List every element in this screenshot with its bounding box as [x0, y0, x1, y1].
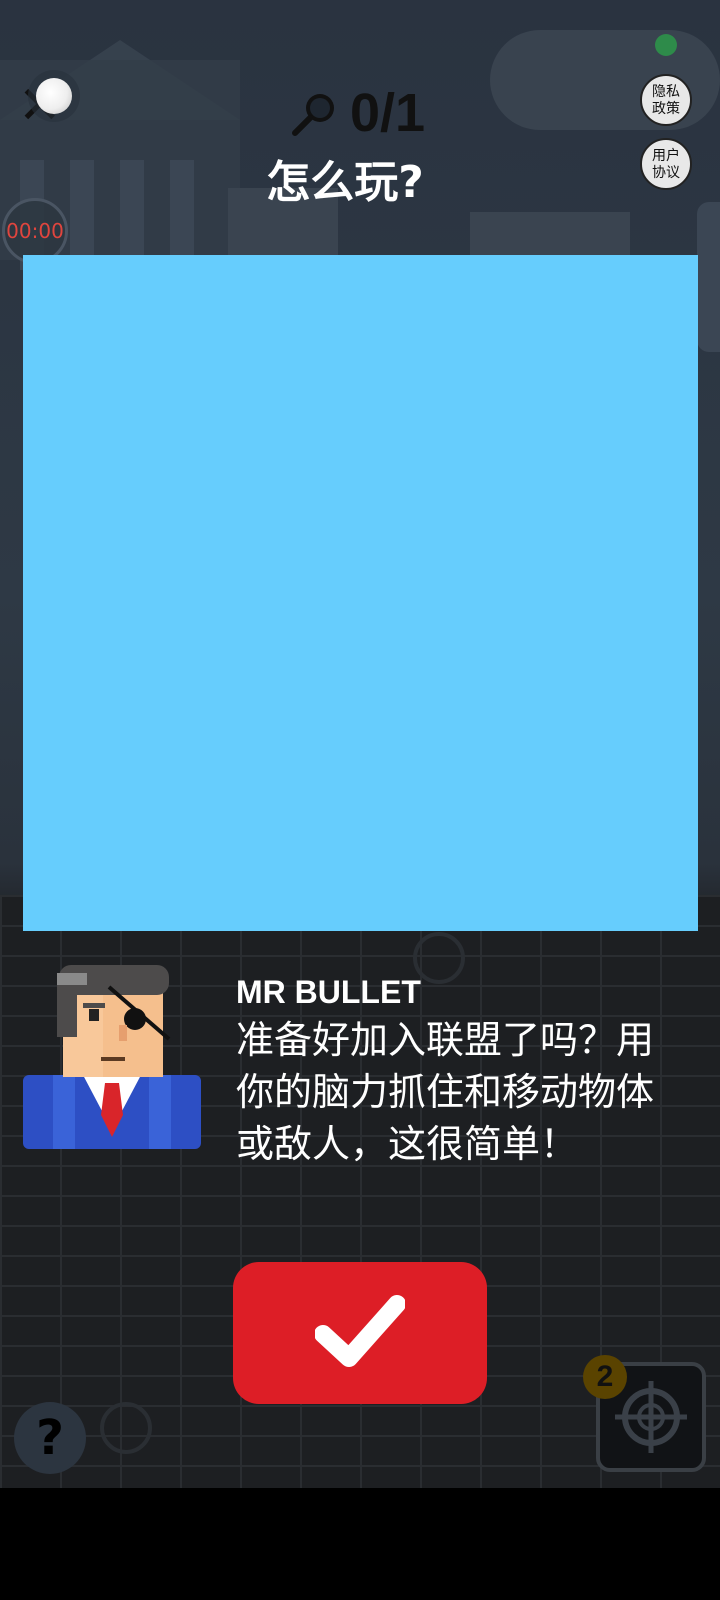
privacy-policy-button[interactable]: 隐私 政策	[640, 74, 692, 126]
agreement-label-line2: 协议	[652, 165, 680, 181]
checkmark-icon	[315, 1295, 405, 1367]
drag-ball-icon	[36, 78, 72, 114]
background-column	[120, 160, 144, 270]
agreement-label-line1: 用户	[652, 148, 680, 164]
faint-pause-icon	[100, 1402, 152, 1454]
tutorial-title: 怎么玩?	[266, 157, 424, 208]
magnifier-icon	[292, 94, 334, 136]
speaker-name: MR BULLET	[236, 974, 421, 1010]
background-column	[70, 160, 94, 270]
user-agreement-button[interactable]: 用户 协议	[640, 138, 692, 190]
privacy-label-line1: 隐私	[652, 84, 680, 100]
mr-bullet-avatar	[23, 965, 201, 1149]
side-panel-edge	[697, 202, 720, 352]
help-button[interactable]: ?	[14, 1402, 86, 1474]
privacy-label-line2: 政策	[652, 101, 680, 117]
crosshair-icon	[615, 1381, 687, 1453]
level-counter: 0/1	[290, 80, 440, 150]
dialog-text: 准备好加入联盟了吗？用你的脑力抓住和移动物体或敌人，这很简单！	[236, 1018, 655, 1166]
score-text: 0/1	[350, 83, 426, 143]
background-column	[170, 160, 194, 270]
status-dot	[655, 34, 677, 56]
ammo-count-badge: 2	[583, 1355, 627, 1399]
confirm-button[interactable]	[233, 1262, 487, 1404]
tutorial-panel	[23, 255, 698, 931]
close-button[interactable]: ✕	[14, 74, 74, 134]
